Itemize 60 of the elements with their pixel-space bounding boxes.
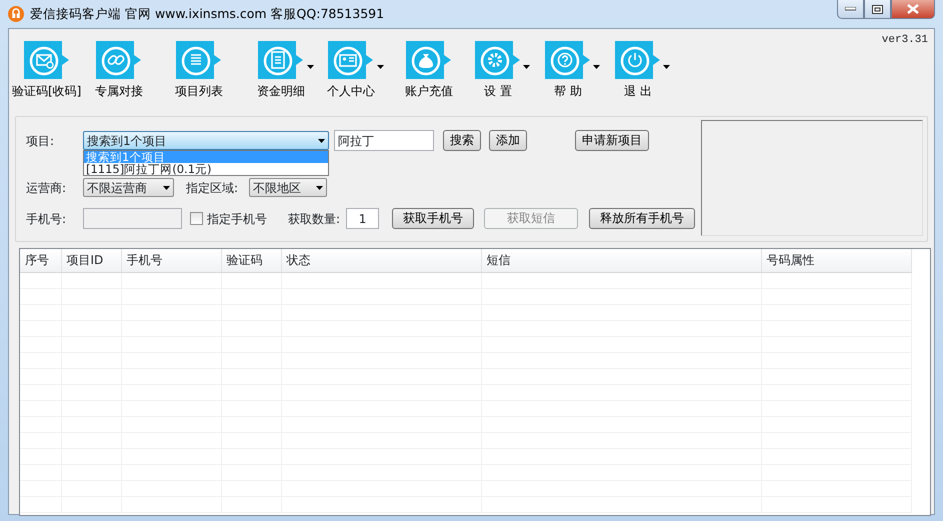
- toolbar-button[interactable]: 验证码[收码]: [12, 41, 82, 100]
- window-title: 爱信接码客户端 官网 www.ixinsms.com 客服QQ:78513591: [30, 4, 384, 23]
- field-label: 指定区域:: [186, 180, 240, 196]
- toolbar-button[interactable]: 退 出: [615, 41, 661, 100]
- dropdown[interactable]: 不限运营商: [83, 178, 174, 197]
- caret-icon[interactable]: [663, 65, 670, 69]
- column-header[interactable]: 短信: [481, 249, 761, 272]
- toolbar-button[interactable]: 账户充值: [405, 41, 453, 100]
- caret-icon: [318, 138, 325, 142]
- dropdown[interactable]: 不限地区: [249, 178, 327, 197]
- column-header[interactable]: 状态: [281, 249, 481, 272]
- version-label: ver3.31: [882, 33, 928, 48]
- list-icon: [176, 41, 222, 79]
- search-field[interactable]: 阿拉丁: [334, 130, 434, 151]
- money-bag-icon: [406, 41, 452, 79]
- toolbar-button[interactable]: 个人中心: [327, 41, 375, 100]
- maximize-icon: [872, 4, 883, 14]
- caret-icon[interactable]: [377, 65, 384, 69]
- button[interactable]: 释放所有手机号: [589, 208, 696, 229]
- gear-icon: [475, 41, 521, 79]
- close-button[interactable]: [891, 0, 935, 19]
- toolbar-button[interactable]: 帮 助: [545, 41, 591, 100]
- button[interactable]: 申请新项目: [575, 130, 649, 151]
- count-field[interactable]: 1: [346, 208, 380, 229]
- envelope-icon: [24, 41, 70, 79]
- button[interactable]: 搜索: [443, 130, 481, 151]
- caret-icon[interactable]: [307, 65, 314, 69]
- app-logo-icon: [8, 6, 24, 22]
- caret-icon[interactable]: [593, 65, 600, 69]
- caret-icon[interactable]: [523, 65, 530, 69]
- dropdown[interactable]: 搜索到1个项目: [83, 131, 329, 150]
- button[interactable]: 添加: [489, 130, 527, 151]
- checkbox[interactable]: [190, 212, 203, 225]
- column-header[interactable]: 验证码: [221, 249, 281, 272]
- caret-icon: [316, 186, 323, 190]
- document-icon: [258, 41, 304, 79]
- column-header[interactable]: 号码属性: [761, 249, 911, 272]
- column-header[interactable]: 序号: [20, 249, 61, 272]
- toolbar-button[interactable]: 资金明细: [257, 41, 305, 100]
- help-icon: [545, 41, 591, 79]
- minimize-button[interactable]: [837, 0, 864, 19]
- field-label: 指定手机号: [207, 210, 267, 228]
- link-icon: [96, 41, 142, 79]
- close-icon: [907, 4, 919, 14]
- field-label: 获取数量:: [288, 210, 340, 228]
- field-label: 项目:: [26, 132, 56, 150]
- column-header[interactable]: 手机号: [121, 249, 221, 272]
- power-icon: [615, 41, 661, 79]
- field-label: 运营商:: [26, 180, 68, 196]
- column-header[interactable]: 项目ID: [61, 249, 121, 272]
- button[interactable]: 获取手机号: [392, 208, 474, 229]
- toolbar-button[interactable]: 设 置: [475, 41, 521, 100]
- caret-icon: [163, 186, 170, 190]
- toolbar-button[interactable]: 专属对接: [95, 41, 143, 100]
- field-label: 手机号:: [26, 210, 68, 228]
- toolbar-button[interactable]: 项目列表: [175, 41, 223, 100]
- id-card-icon: [328, 41, 374, 79]
- dropdown-option[interactable]: [1115]阿拉丁网(0.1元): [84, 163, 328, 175]
- maximize-button[interactable]: [864, 0, 891, 19]
- minimize-icon: [845, 7, 856, 11]
